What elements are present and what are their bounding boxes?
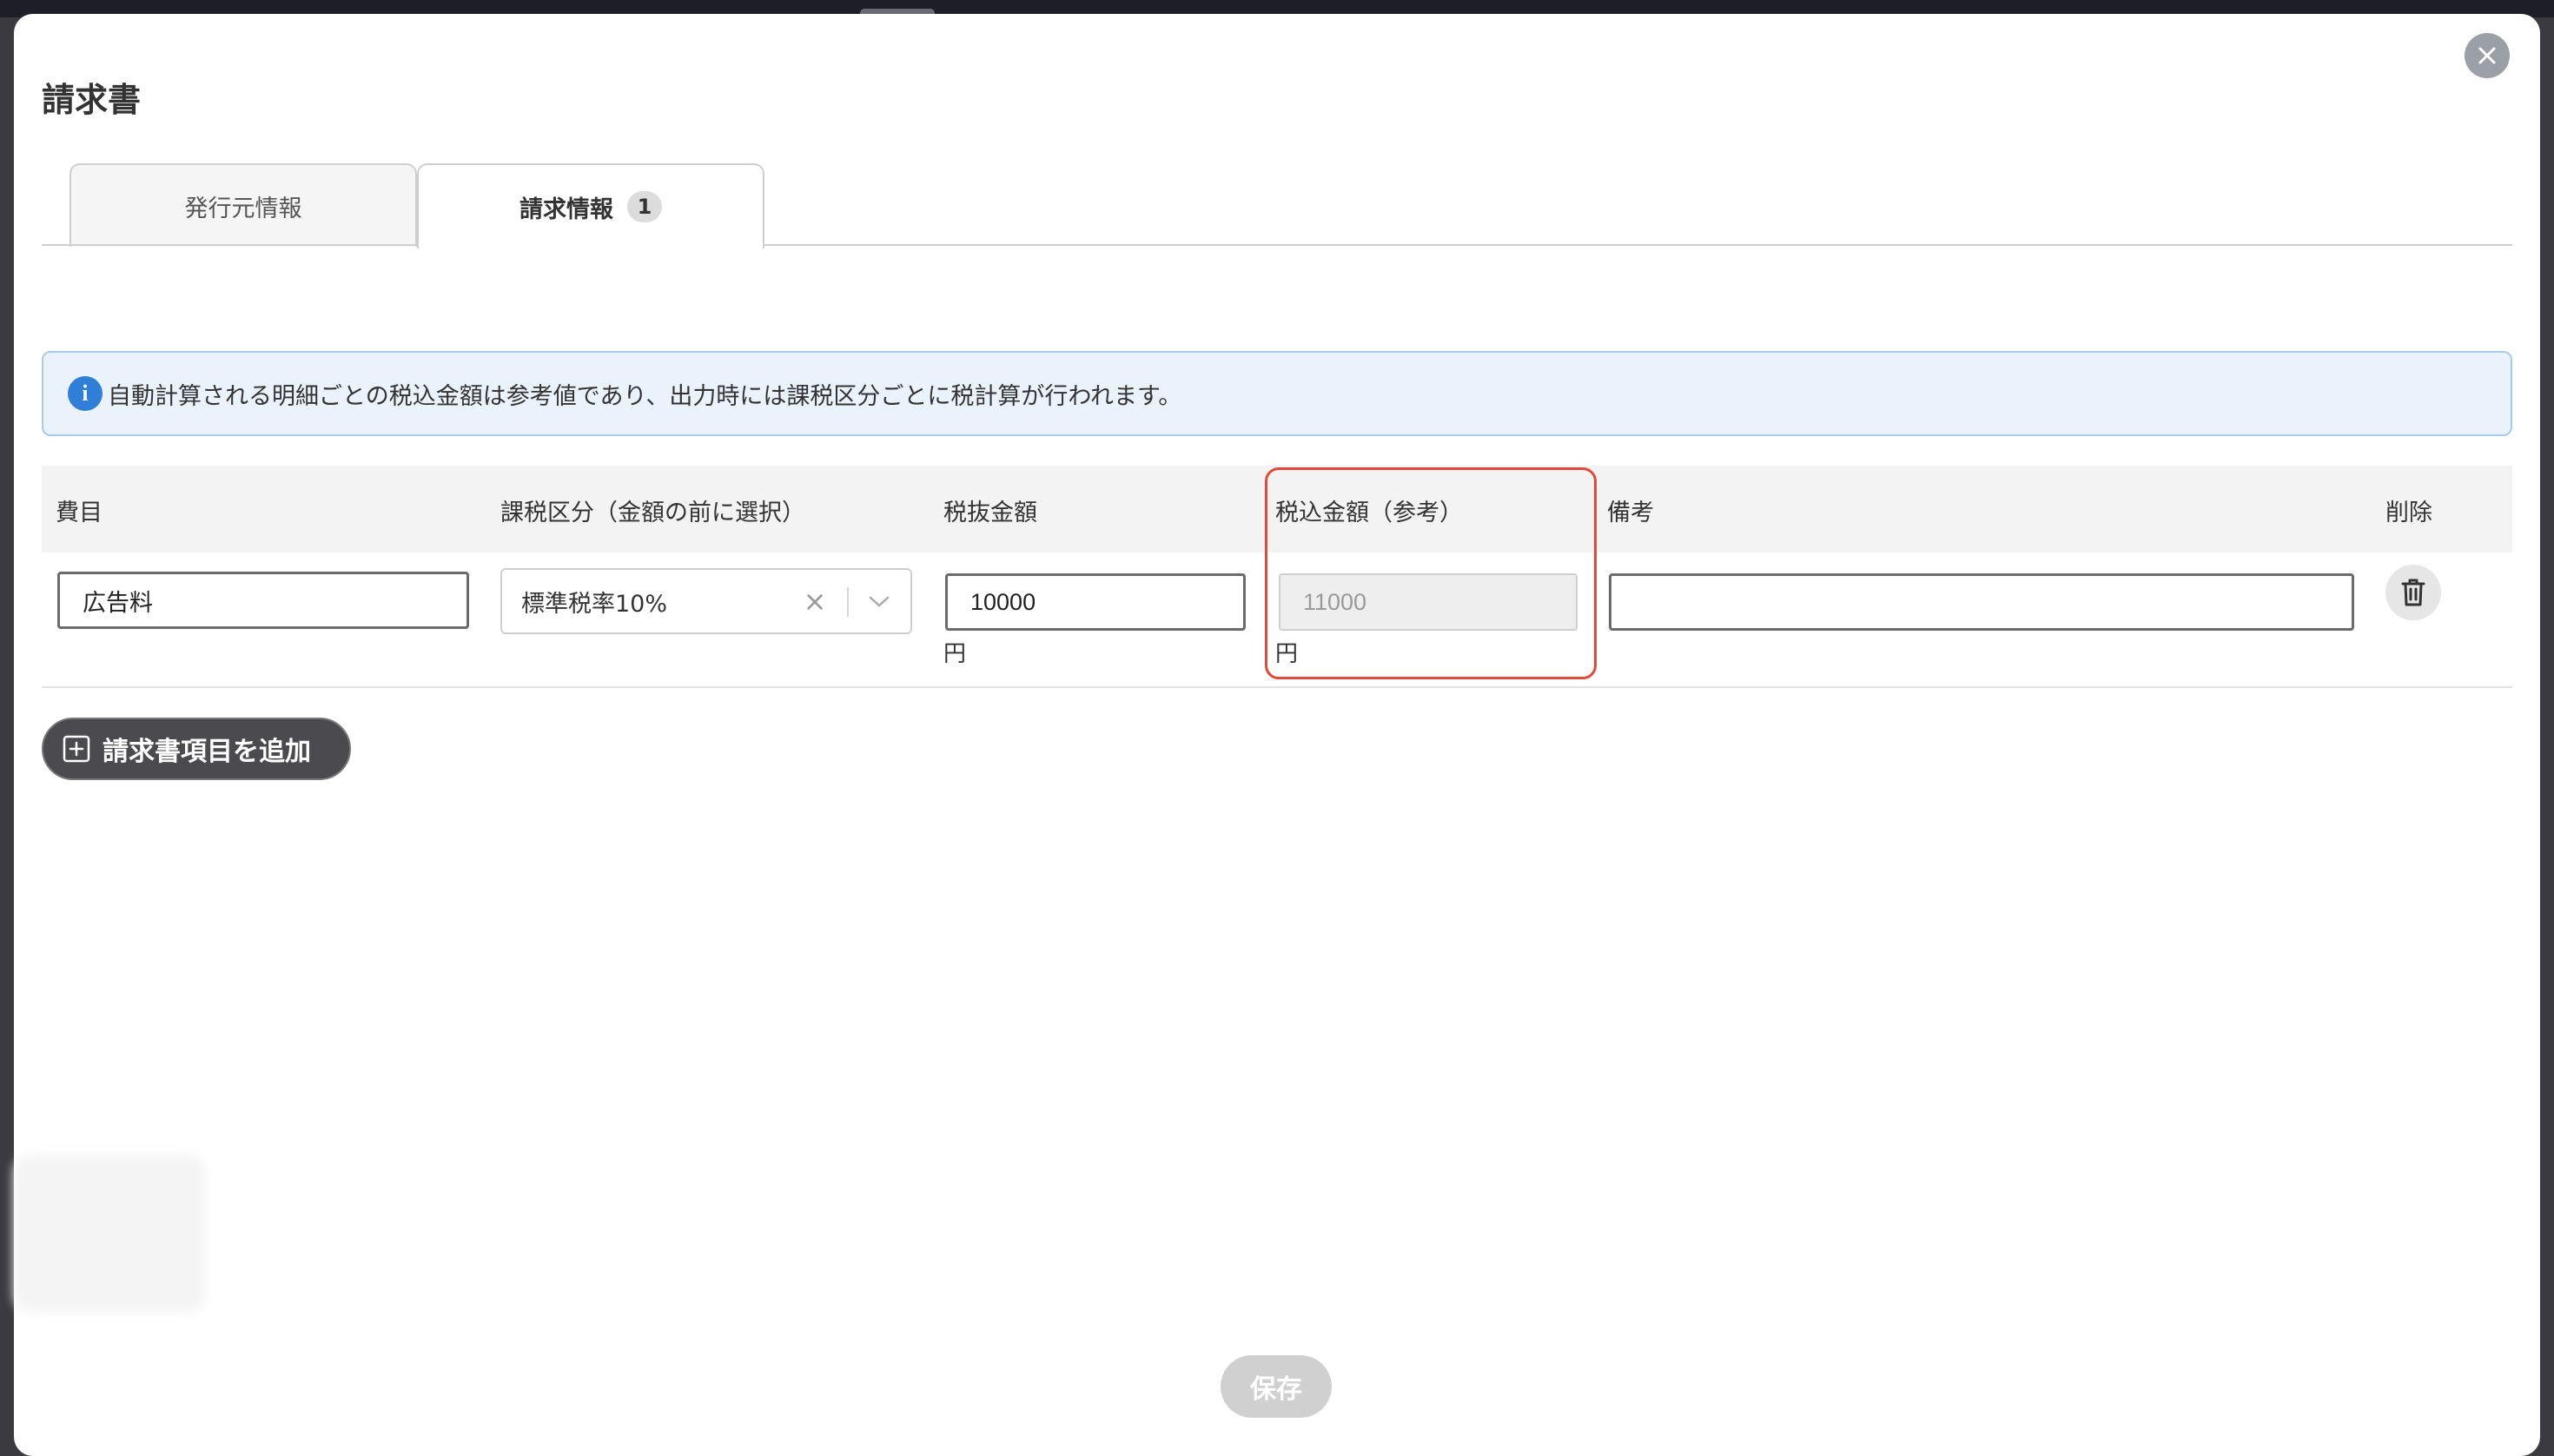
close-icon xyxy=(2478,47,2496,64)
info-message: 自動計算される明細ごとの税込金額は参考値であり、出力時には課税区分ごとに税計算が… xyxy=(108,382,1182,410)
header-amount-incl: 税込金額（参考） xyxy=(1275,500,1463,526)
amount-incl-input: 11000 xyxy=(1279,573,1578,631)
header-tax-category: 課税区分（金額の前に選択） xyxy=(500,500,805,526)
blurred-overlay xyxy=(14,1155,205,1312)
tabs-divider xyxy=(42,244,2512,246)
plus-square-icon xyxy=(63,735,90,763)
tab-label: 請求情報 xyxy=(519,195,613,223)
tax-category-value: 標準税率10% xyxy=(521,590,668,618)
notes-input[interactable] xyxy=(1609,573,2354,631)
tab-billing-info[interactable]: 請求情報 1 xyxy=(417,163,764,248)
tab-count-badge: 1 xyxy=(627,191,662,222)
amount-incl-unit: 円 xyxy=(1275,641,1299,667)
row-divider xyxy=(42,686,2512,688)
header-amount-excl: 税抜金額 xyxy=(943,500,1037,526)
amount-excl-unit: 円 xyxy=(943,641,967,667)
header-item: 費目 xyxy=(56,500,103,526)
chevron-down-icon[interactable] xyxy=(860,587,898,617)
info-icon: i xyxy=(68,376,103,411)
close-button[interactable] xyxy=(2465,33,2510,78)
delete-row-button[interactable] xyxy=(2385,565,2441,620)
amount-excl-input[interactable]: 10000 xyxy=(945,573,1246,631)
select-separator xyxy=(847,587,849,617)
tab-label: 発行元情報 xyxy=(184,195,302,222)
add-invoice-item-button[interactable]: 請求書項目を追加 xyxy=(42,718,351,780)
header-notes: 備考 xyxy=(1607,500,1654,526)
save-button[interactable]: 保存 xyxy=(1221,1355,1332,1418)
trash-icon xyxy=(2401,579,2425,606)
item-input[interactable]: 広告料 xyxy=(57,572,469,629)
clear-icon[interactable]: × xyxy=(801,585,829,618)
tax-category-select[interactable]: 標準税率10% xyxy=(500,568,912,634)
info-notice: i 自動計算される明細ごとの税込金額は参考値であり、出力時には課税区分ごとに税計… xyxy=(42,351,2512,436)
modal-title: 請求書 xyxy=(42,81,142,119)
add-item-label: 請求書項目を追加 xyxy=(103,737,311,767)
tab-issuer-info[interactable]: 発行元情報 xyxy=(69,163,417,247)
header-delete: 削除 xyxy=(2385,500,2432,526)
